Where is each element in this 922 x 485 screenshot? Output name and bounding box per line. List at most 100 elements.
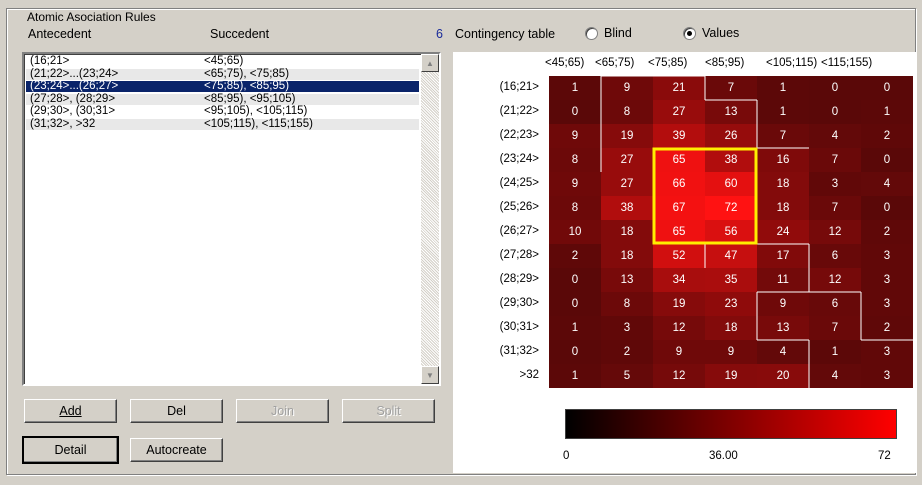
heatmap-cell[interactable]: 12 [653,316,705,340]
heatmap-cell[interactable]: 7 [757,124,809,148]
heatmap-cell[interactable]: 3 [601,316,653,340]
heatmap-cell[interactable]: 24 [757,220,809,244]
heatmap-cell[interactable]: 19 [601,124,653,148]
heatmap-cell[interactable]: 3 [861,364,913,388]
del-button[interactable]: Del [130,399,223,423]
heatmap-cell[interactable]: 66 [653,172,705,196]
heatmap-cell[interactable]: 0 [861,196,913,220]
heatmap-cell[interactable]: 9 [601,76,653,100]
heatmap-cell[interactable]: 1 [809,340,861,364]
heatmap-cell[interactable]: 3 [861,268,913,292]
heatmap-cell[interactable]: 18 [601,220,653,244]
heatmap-cell[interactable]: 18 [601,244,653,268]
heatmap-cell[interactable]: 1 [549,76,601,100]
heatmap-cell[interactable]: 2 [861,124,913,148]
heatmap-cell[interactable]: 9 [757,292,809,316]
heatmap-cell[interactable]: 39 [653,124,705,148]
heatmap-cell[interactable]: 1 [757,100,809,124]
heatmap-cell[interactable]: 2 [861,316,913,340]
rule-row[interactable]: (23;24>...(26;27> <75;85), <85;95) [26,80,419,92]
heatmap-cell[interactable]: 21 [653,76,705,100]
heatmap-cell[interactable]: 20 [757,364,809,388]
heatmap-cell[interactable]: 8 [601,292,653,316]
autocreate-button[interactable]: Autocreate [130,438,223,462]
heatmap-cell[interactable]: 8 [549,196,601,220]
heatmap-cell[interactable]: 16 [757,148,809,172]
rules-scrollbar[interactable]: ▲ ▼ [421,54,439,384]
heatmap-cell[interactable]: 4 [757,340,809,364]
heatmap-cell[interactable]: 9 [705,340,757,364]
heatmap-cell[interactable]: 7 [705,76,757,100]
heatmap-cell[interactable]: 9 [549,172,601,196]
heatmap-cell[interactable]: 19 [705,364,757,388]
heatmap-cell[interactable]: 11 [757,268,809,292]
heatmap-cell[interactable]: 3 [809,172,861,196]
heatmap-cell[interactable]: 38 [601,196,653,220]
heatmap-cell[interactable]: 34 [653,268,705,292]
heatmap-cell[interactable]: 3 [861,340,913,364]
heatmap-cell[interactable]: 1 [549,316,601,340]
heatmap-cell[interactable]: 1 [549,364,601,388]
heatmap-cell[interactable]: 0 [861,76,913,100]
heatmap-cell[interactable]: 4 [809,364,861,388]
heatmap-cell[interactable]: 27 [601,172,653,196]
heatmap-cell[interactable]: 12 [809,268,861,292]
blind-radio[interactable]: Blind [585,26,632,40]
heatmap-cell[interactable]: 4 [809,124,861,148]
heatmap-cell[interactable]: 27 [653,100,705,124]
heatmap-cell[interactable]: 1 [757,76,809,100]
heatmap-cell[interactable]: 38 [705,148,757,172]
heatmap-cell[interactable]: 6 [809,292,861,316]
heatmap-cell[interactable]: 65 [653,220,705,244]
heatmap-cell[interactable]: 7 [809,316,861,340]
heatmap-cell[interactable]: 8 [601,100,653,124]
heatmap-cell[interactable]: 65 [653,148,705,172]
heatmap-cell[interactable]: 18 [705,316,757,340]
heatmap-cell[interactable]: 0 [861,148,913,172]
heatmap-cell[interactable]: 1 [861,100,913,124]
heatmap-cell[interactable]: 7 [809,196,861,220]
heatmap-cell[interactable]: 4 [861,172,913,196]
heatmap-cell[interactable]: 0 [549,268,601,292]
heatmap-cell[interactable]: 72 [705,196,757,220]
rule-row[interactable]: (31;32>, >32 <105;115), <115;155) [26,118,419,130]
heatmap-cell[interactable]: 13 [601,268,653,292]
split-button[interactable]: Split [342,399,435,423]
rule-row[interactable]: (27;28>, (28;29> <85;95), <95;105) [26,93,419,105]
heatmap-cell[interactable]: 8 [549,148,601,172]
heatmap-cell[interactable]: 18 [757,172,809,196]
heatmap-cell[interactable]: 3 [861,292,913,316]
rule-row[interactable]: (29;30>, (30;31> <95;105), <105;115) [26,105,419,117]
heatmap-cell[interactable]: 0 [549,100,601,124]
heatmap-cell[interactable]: 0 [549,340,601,364]
detail-button[interactable]: Detail [22,436,119,464]
rule-row[interactable]: (16;21> <45;65) [26,55,419,67]
heatmap-cell[interactable]: 2 [601,340,653,364]
scroll-down-button[interactable]: ▼ [421,366,439,384]
heatmap-cell[interactable]: 9 [549,124,601,148]
heatmap-cell[interactable]: 52 [653,244,705,268]
join-button[interactable]: Join [236,399,329,423]
heatmap-cell[interactable]: 26 [705,124,757,148]
heatmap-cell[interactable]: 18 [757,196,809,220]
heatmap-cell[interactable]: 27 [601,148,653,172]
heatmap-cell[interactable]: 2 [861,220,913,244]
heatmap-cell[interactable]: 10 [549,220,601,244]
scroll-up-button[interactable]: ▲ [421,54,439,72]
heatmap-cell[interactable]: 60 [705,172,757,196]
rules-list[interactable]: (16;21> <45;65) (21;22>...(23;24> <65;75), … [22,52,441,386]
heatmap-cell[interactable]: 13 [757,316,809,340]
heatmap-cell[interactable]: 9 [653,340,705,364]
heatmap-cell[interactable]: 12 [809,220,861,244]
values-radio[interactable]: Values [683,26,739,40]
heatmap-cell[interactable]: 35 [705,268,757,292]
heatmap-cell[interactable]: 67 [653,196,705,220]
heatmap-cell[interactable]: 2 [549,244,601,268]
rule-row[interactable]: (21;22>...(23;24> <65;75), <75;85) [26,68,419,80]
heatmap-cell[interactable]: 6 [809,244,861,268]
heatmap-cell[interactable]: 0 [809,76,861,100]
heatmap-cell[interactable]: 17 [757,244,809,268]
heatmap-cell[interactable]: 19 [653,292,705,316]
heatmap-cell[interactable]: 7 [809,148,861,172]
add-button[interactable]: Add [24,399,117,423]
